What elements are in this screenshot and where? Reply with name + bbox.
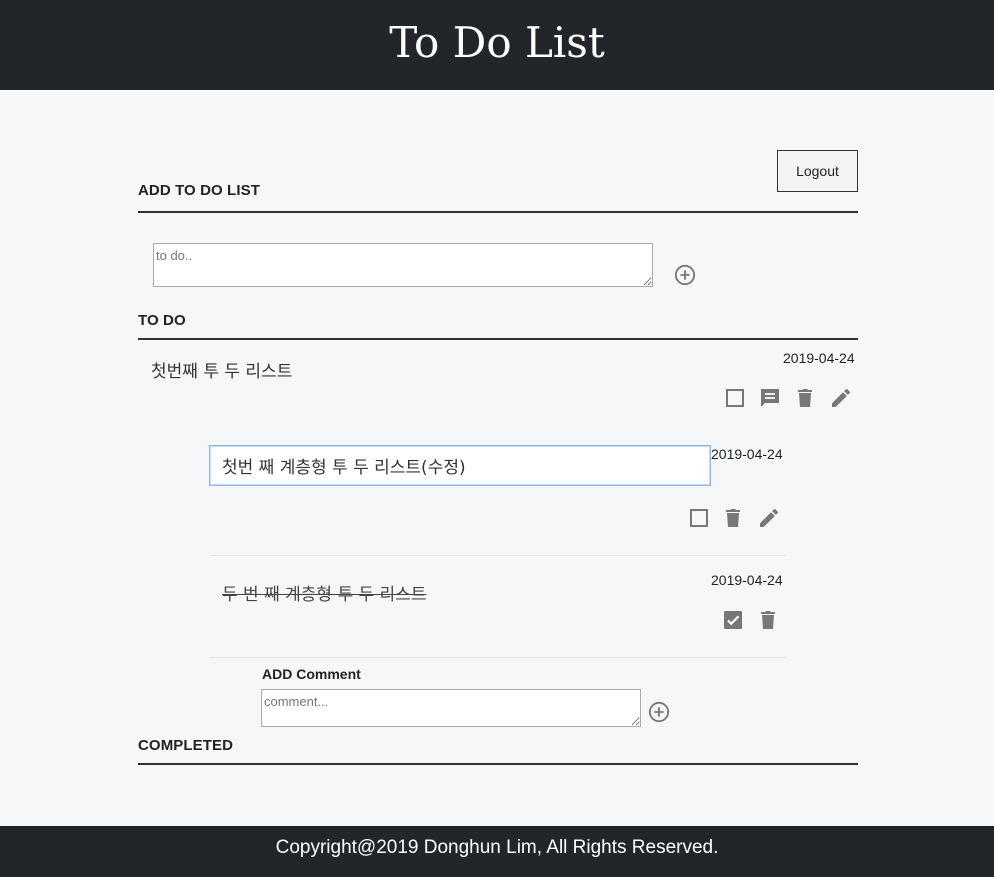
todo-input[interactable] [153,243,653,287]
child-divider [210,657,786,658]
checkbox-checked-icon[interactable] [721,608,745,632]
todo-item-date: 2019-04-24 [783,350,855,366]
add-todo-icon[interactable] [674,264,696,286]
todo-section-divider [138,338,858,340]
trash-icon[interactable] [721,506,745,530]
checkbox-icon[interactable] [723,386,747,410]
trash-icon[interactable] [756,608,780,632]
logout-button[interactable]: Logout [777,150,858,192]
add-comment-icon[interactable] [648,701,670,723]
completed-section-title: COMPLETED [138,737,234,754]
add-comment-label: ADD Comment [262,666,361,682]
page-footer: Copyright@2019 Donghun Lim, All Rights R… [0,826,994,877]
add-section-divider [138,211,858,213]
page-title: To Do List [389,18,605,67]
page-header: To Do List [0,0,994,90]
child-divider [210,555,786,556]
add-section-title: ADD TO DO LIST [138,182,260,199]
checkbox-icon[interactable] [687,506,711,530]
trash-icon[interactable] [793,386,817,410]
child-todo-date: 2019-04-24 [711,446,783,462]
child-todo-date: 2019-04-24 [711,572,783,588]
comment-input[interactable] [261,689,641,727]
pencil-icon[interactable] [757,506,781,530]
completed-section-divider [138,763,858,765]
child-todo-text: 두 번 째 계층형 투 두 리스트 [222,585,427,605]
todo-item-text: 첫번째 투 두 리스트 [151,362,293,382]
edit-todo-input[interactable] [209,445,711,486]
comment-icon[interactable] [758,386,782,410]
pencil-icon[interactable] [829,386,853,410]
copyright-text: Copyright@2019 Donghun Lim, All Rights R… [275,837,719,858]
todo-section-title: TO DO [138,312,186,329]
